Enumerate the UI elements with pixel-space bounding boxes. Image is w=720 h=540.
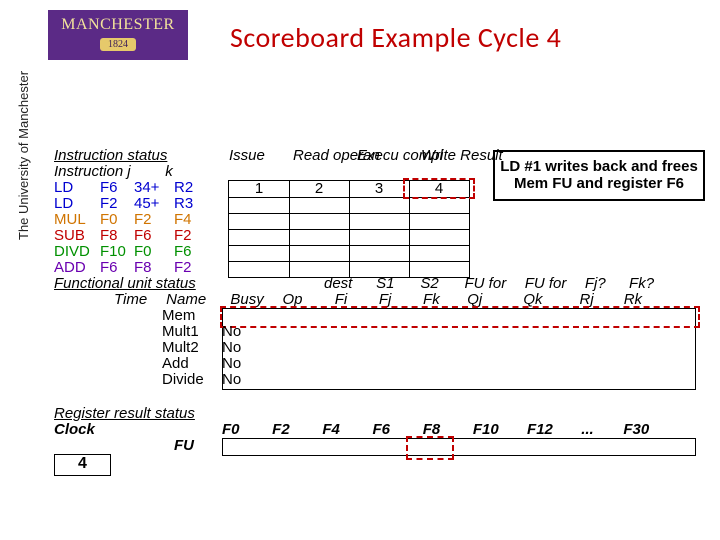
hdr-k: k <box>165 164 209 180</box>
hdr-s1: S1 <box>376 276 416 292</box>
hdr-write: Write Result <box>421 148 485 164</box>
instruction-status-block: Instruction status Instruction j k Read … <box>54 148 484 164</box>
hdr-name: Name <box>166 292 226 308</box>
table-row: AddNo <box>162 356 241 372</box>
fus-rows: Mem Mult1No Mult2No AddNo DivideNo <box>162 308 241 388</box>
fu-label: FU <box>174 438 194 454</box>
badge-name: MANCHESTER <box>48 10 188 34</box>
highlight-mem-row <box>220 306 700 328</box>
table-row: ADDF6F8F2 <box>54 260 193 276</box>
register-result-status-block: Register result status Clock F0 F2 F4 F6… <box>54 406 694 422</box>
hdr-fu2: FU for <box>525 276 581 292</box>
instr-rows: LDF634+R2 LDF245+R3 MULF0F2F4 SUBF8F6F2 … <box>54 180 193 276</box>
hdr-issue-lbl: Issue <box>229 148 265 164</box>
table-row: DivideNo <box>162 372 241 388</box>
rrs-section-label: Register result status <box>54 405 195 422</box>
ival-0-2: 3 <box>349 181 409 197</box>
hdr-fj: Fj? <box>585 276 625 292</box>
table-row: SUBF8F6F2 <box>54 228 193 244</box>
hdr-instruction: Instruction <box>54 164 127 180</box>
hdr-fu1: FU for <box>465 276 521 292</box>
table-row: MULF0F2F4 <box>54 212 193 228</box>
hdr-s2: S2 <box>420 276 460 292</box>
ival-0-0: 1 <box>229 181 289 197</box>
fus-section-label: Functional unit status <box>54 275 196 292</box>
hdr-read: Read operan <box>293 148 357 164</box>
sidebar-university-text: The University of Manchester <box>16 71 31 240</box>
university-badge: MANCHESTER 1824 <box>48 10 188 60</box>
table-row: Mem <box>162 308 241 324</box>
rrs-grid <box>222 438 696 456</box>
hdr-exec: Execu compl <box>357 148 421 164</box>
ival-0-1: 2 <box>289 181 349 197</box>
highlight-write-result <box>403 178 475 199</box>
highlight-f6-cell <box>406 436 454 460</box>
functional-unit-status-block: Functional unit status dest S1 S2 FU for… <box>54 276 694 292</box>
hdr-j: j <box>127 164 165 180</box>
table-row: LDF245+R3 <box>54 196 193 212</box>
badge-year: 1824 <box>100 38 136 51</box>
hdr-dest: dest <box>324 276 372 292</box>
table-row: LDF634+R2 <box>54 180 193 196</box>
table-row: Mult1No <box>162 324 241 340</box>
table-row: Mult2No <box>162 340 241 356</box>
hdr-fk: Fk? <box>629 276 669 292</box>
table-row: DIVDF10F0F6 <box>54 244 193 260</box>
clock-label: Clock <box>54 422 95 438</box>
instr-header-row: Instruction j k <box>54 164 209 180</box>
slide: MANCHESTER 1824 The University of Manche… <box>0 0 720 540</box>
hdr-time: Time <box>114 292 162 308</box>
instr-section-label: Instruction status <box>54 147 167 164</box>
annotation-box: LD #1 writes back and frees Mem FU and r… <box>493 150 705 201</box>
page-title: Scoreboard Example Cycle 4 <box>230 20 561 55</box>
clock-value: 4 <box>54 454 111 476</box>
